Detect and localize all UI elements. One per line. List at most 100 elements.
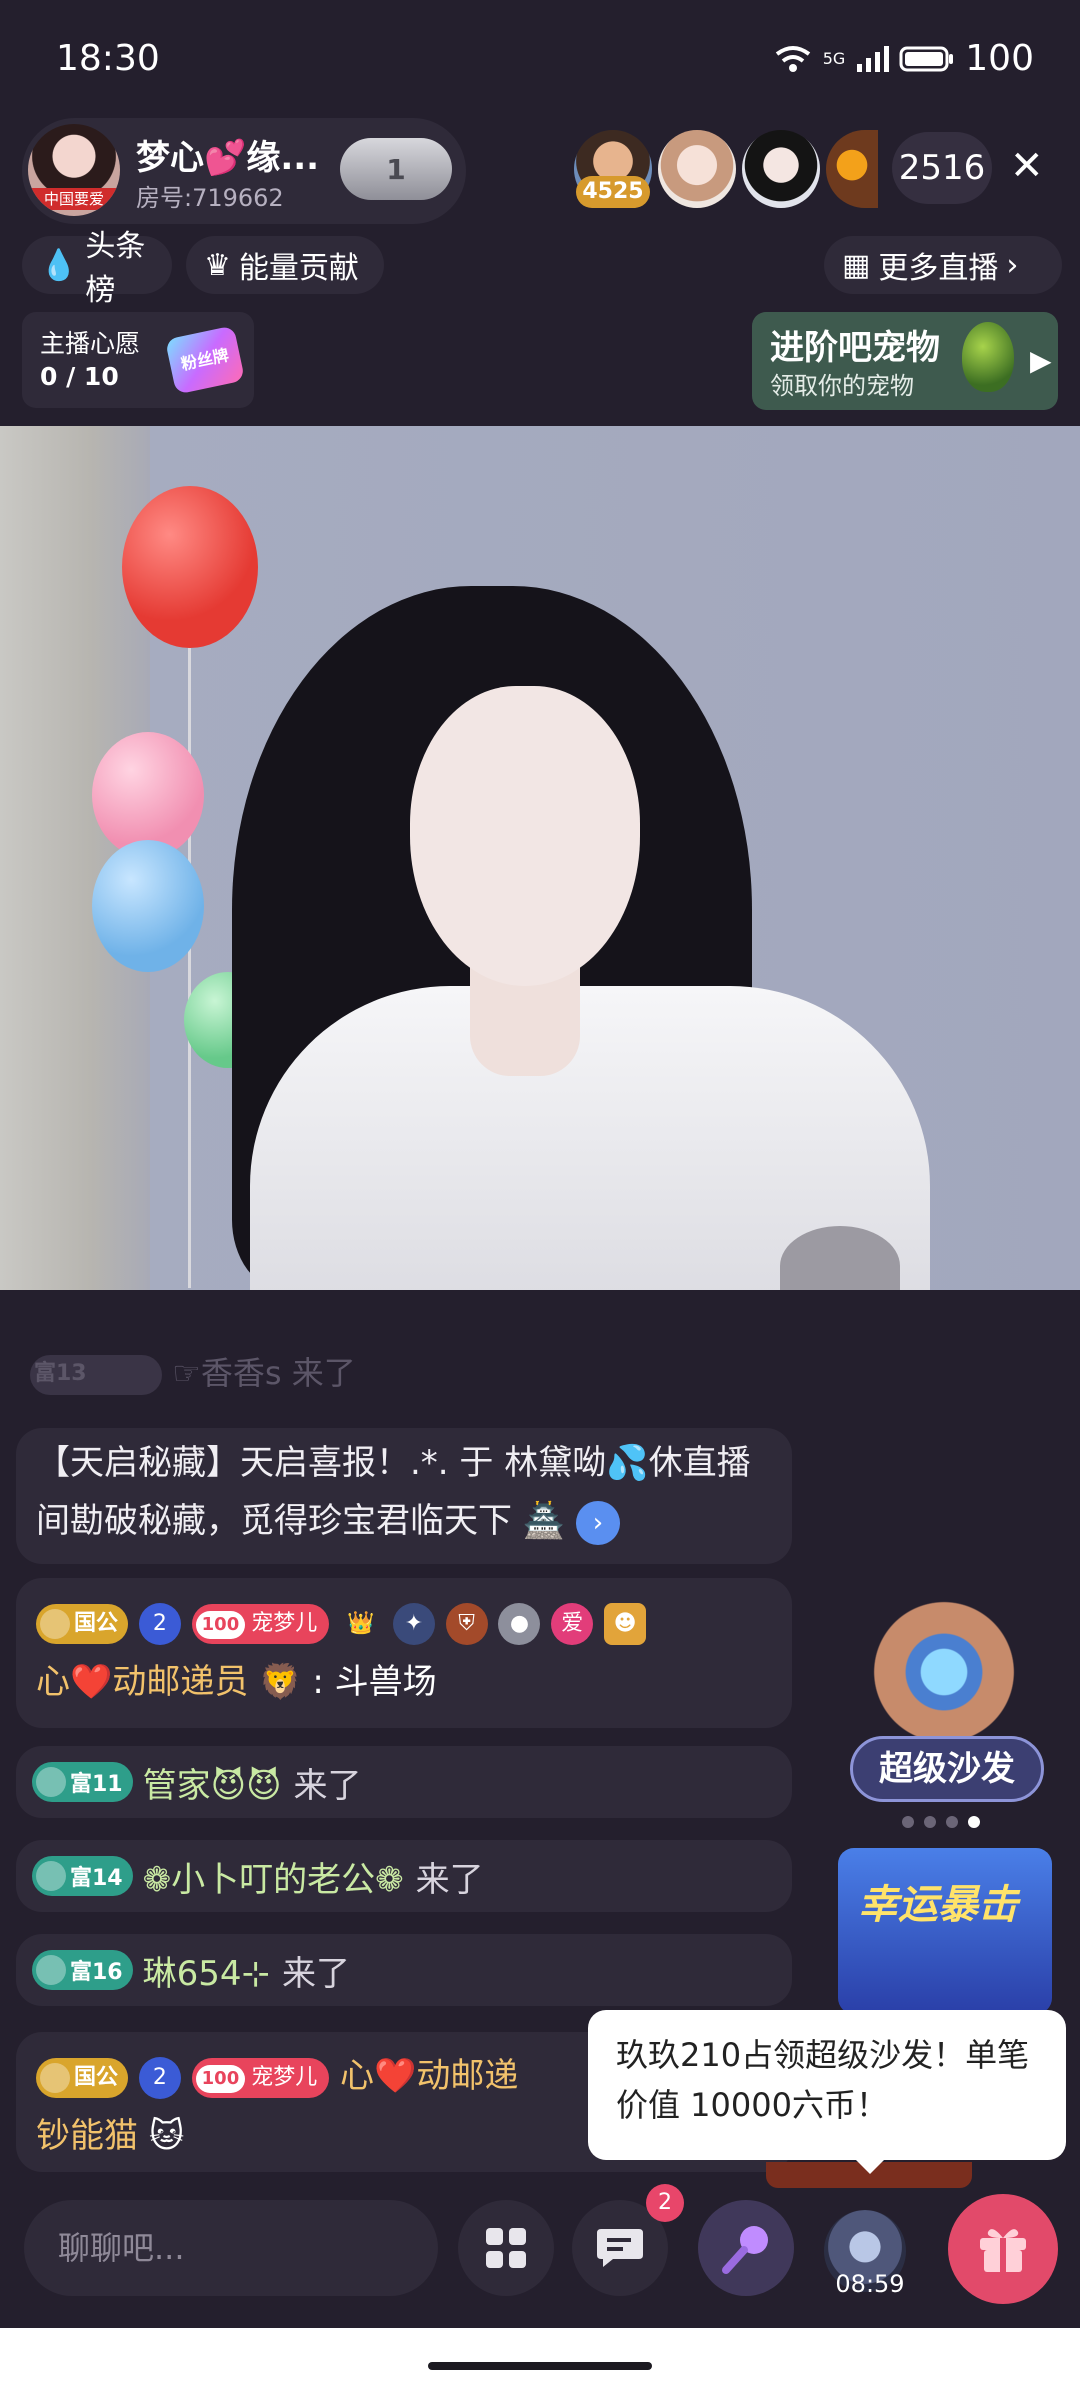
join-suffix: 来了	[415, 1859, 484, 1900]
love-label: 爱	[561, 1610, 584, 1636]
join-username[interactable]: 琳654⊹	[143, 1946, 270, 1995]
pet-banner-title: 进阶吧宠物	[770, 328, 940, 368]
chat-username[interactable]: 心❤️动邮递	[340, 2056, 518, 2096]
status-icons: 5G 100	[773, 38, 1034, 79]
carousel-dots	[902, 1816, 980, 1828]
faded-chat-text: ☞香香s 来了	[172, 1354, 356, 1392]
level-badge: 富14	[32, 1856, 133, 1896]
mic-button[interactable]	[698, 2200, 794, 2296]
live-video[interactable]	[0, 426, 1080, 1290]
grid-icon	[486, 2228, 526, 2268]
balloon-string	[188, 648, 191, 1288]
fan-club-button[interactable]: 1	[340, 138, 452, 200]
gift-icon	[980, 2229, 1026, 2272]
faded-chat-line: 富13 ☞香香s 来了	[30, 1348, 356, 1395]
chat-message[interactable]: 国公 2 100 宠梦儿 👑 ✦ ⛨ ● 爱 ☻ 心❤️动邮递员 🦁 : 斗兽场	[16, 1578, 792, 1728]
chat-input[interactable]: 聊聊吧...	[24, 2200, 438, 2296]
pet-egg-icon	[962, 322, 1014, 392]
carousel-dot-active	[968, 1816, 980, 1828]
home-indicator[interactable]	[428, 2362, 652, 2370]
headline-rank-label: 头条榜	[85, 229, 146, 308]
balloon	[122, 486, 258, 648]
viewer-avatar[interactable]	[742, 130, 820, 208]
join-message[interactable]: 富16 琳654⊹ 来了	[16, 1934, 792, 2006]
carousel-dot	[946, 1816, 958, 1828]
star-badge-icon: 2	[138, 1602, 181, 1645]
crown-badge-icon: 👑	[347, 1610, 375, 1636]
message-count-badge: 2	[646, 2184, 684, 2222]
viewer-badge: 4525	[576, 176, 650, 208]
more-live-button[interactable]: ▦ 更多直播 ›	[824, 236, 1062, 294]
anchor-name: 梦心💕缘...	[136, 138, 320, 178]
love-badge-icon: 爱	[551, 1602, 594, 1645]
super-sofa-label[interactable]: 超级沙发	[850, 1736, 1044, 1802]
play-arrow-icon: ▶	[1030, 344, 1052, 377]
system-message[interactable]: 【天启秘藏】天启喜报！.*. 于 林黛呦💦休直播间勘破秘藏，觅得珍宝君临天下 🏯…	[16, 1428, 792, 1564]
viewer-count[interactable]: 2516	[892, 132, 992, 204]
medal-badge-icon: ●	[498, 1602, 541, 1645]
pet-number: 100	[195, 2064, 246, 2093]
gift-button[interactable]	[948, 2194, 1058, 2304]
message-icon	[597, 2229, 643, 2267]
treasure-icon: 🏯	[522, 1501, 566, 1541]
grid-icon: ▦	[842, 247, 871, 283]
system-message-text: 【天启秘藏】天启喜报！.*. 于 林黛呦💦休直播间勘破秘藏，觅得珍宝君临天下	[36, 1443, 751, 1541]
viewer-avatar[interactable]	[658, 130, 736, 208]
lucky-strike-title: 幸运暴击	[858, 1882, 1018, 1928]
chat-username[interactable]: 心❤️动邮递员	[36, 1662, 248, 1702]
lion-icon: 🦁	[259, 1662, 302, 1702]
anchor-avatar[interactable]: 中国要爱	[28, 124, 120, 216]
close-icon[interactable]: ✕	[1010, 144, 1044, 188]
star-badge-icon: 2	[138, 2056, 181, 2099]
chat-username[interactable]: 钞能猫	[36, 2116, 138, 2156]
star-level: 2	[152, 2064, 167, 2090]
viewer-avatar[interactable]	[826, 130, 878, 208]
chat-text: : 斗兽场	[312, 1662, 437, 1702]
balloon	[92, 840, 204, 972]
join-suffix: 来了	[282, 1953, 351, 1994]
pet-number: 100	[195, 1610, 246, 1639]
join-suffix: 来了	[293, 1765, 362, 1806]
level-badge: 富11	[32, 1762, 133, 1802]
signal-icon	[857, 45, 890, 72]
energy-contribution-button[interactable]: ♛ 能量贡献	[186, 236, 384, 294]
level-label: 富16	[70, 1960, 123, 1985]
timer-label: 08:59	[835, 2270, 905, 2298]
noble-label: 国公	[74, 2064, 119, 2090]
battery-icon	[899, 46, 954, 71]
wish-progress: 0 / 10	[40, 362, 119, 391]
level-badge: 富16	[32, 1950, 133, 1990]
noble-badge: 国公	[36, 1603, 129, 1644]
star-level: 2	[152, 1610, 167, 1636]
battery-level: 100	[965, 38, 1034, 79]
noble-label: 国公	[74, 1610, 119, 1636]
crown-icon: ♛	[204, 247, 231, 283]
chevron-right-icon[interactable]: ›	[575, 1500, 620, 1545]
network-label: 5G	[822, 49, 846, 68]
pet-badge: 100 宠梦儿	[191, 1603, 330, 1644]
noble-badge: 国公	[36, 2057, 129, 2098]
chevron-right-icon: ›	[1006, 247, 1019, 283]
status-time: 18:30	[56, 38, 160, 79]
pet-badge: 100 宠梦儿	[191, 2057, 330, 2098]
wifi-icon	[775, 45, 810, 72]
popup-tail	[852, 2156, 888, 2174]
wish-title: 主播心愿	[40, 329, 141, 358]
join-username[interactable]: 管家😈😈	[143, 1758, 282, 1807]
sofa-notification-popup: 玖玖210占领超级沙发！单笔价值 10000六币！	[588, 2010, 1066, 2160]
carousel-dot	[902, 1816, 914, 1828]
microphone-icon	[722, 2226, 768, 2274]
level-badge: 富13	[30, 1355, 162, 1395]
user-badge-icon: ☻	[604, 1602, 647, 1645]
join-message[interactable]: 富14 ❁小卜叮的老公❁ 来了	[16, 1840, 792, 1912]
apps-button[interactable]	[458, 2200, 554, 2296]
headline-rank-button[interactable]: 💧 头条榜	[22, 229, 172, 308]
join-username[interactable]: ❁小卜叮的老公❁	[143, 1852, 404, 1901]
room-number: 房号:719662	[136, 184, 284, 212]
pet-banner-subtitle: 领取你的宠物	[770, 372, 914, 400]
join-message[interactable]: 富11 管家😈😈 来了	[16, 1746, 792, 1818]
pet-name: 宠梦儿	[251, 1610, 318, 1636]
energy-contribution-label: 能量贡献	[238, 251, 359, 286]
shield-badge-icon: ⛨	[445, 1602, 488, 1645]
pet-name: 宠梦儿	[251, 2064, 318, 2090]
